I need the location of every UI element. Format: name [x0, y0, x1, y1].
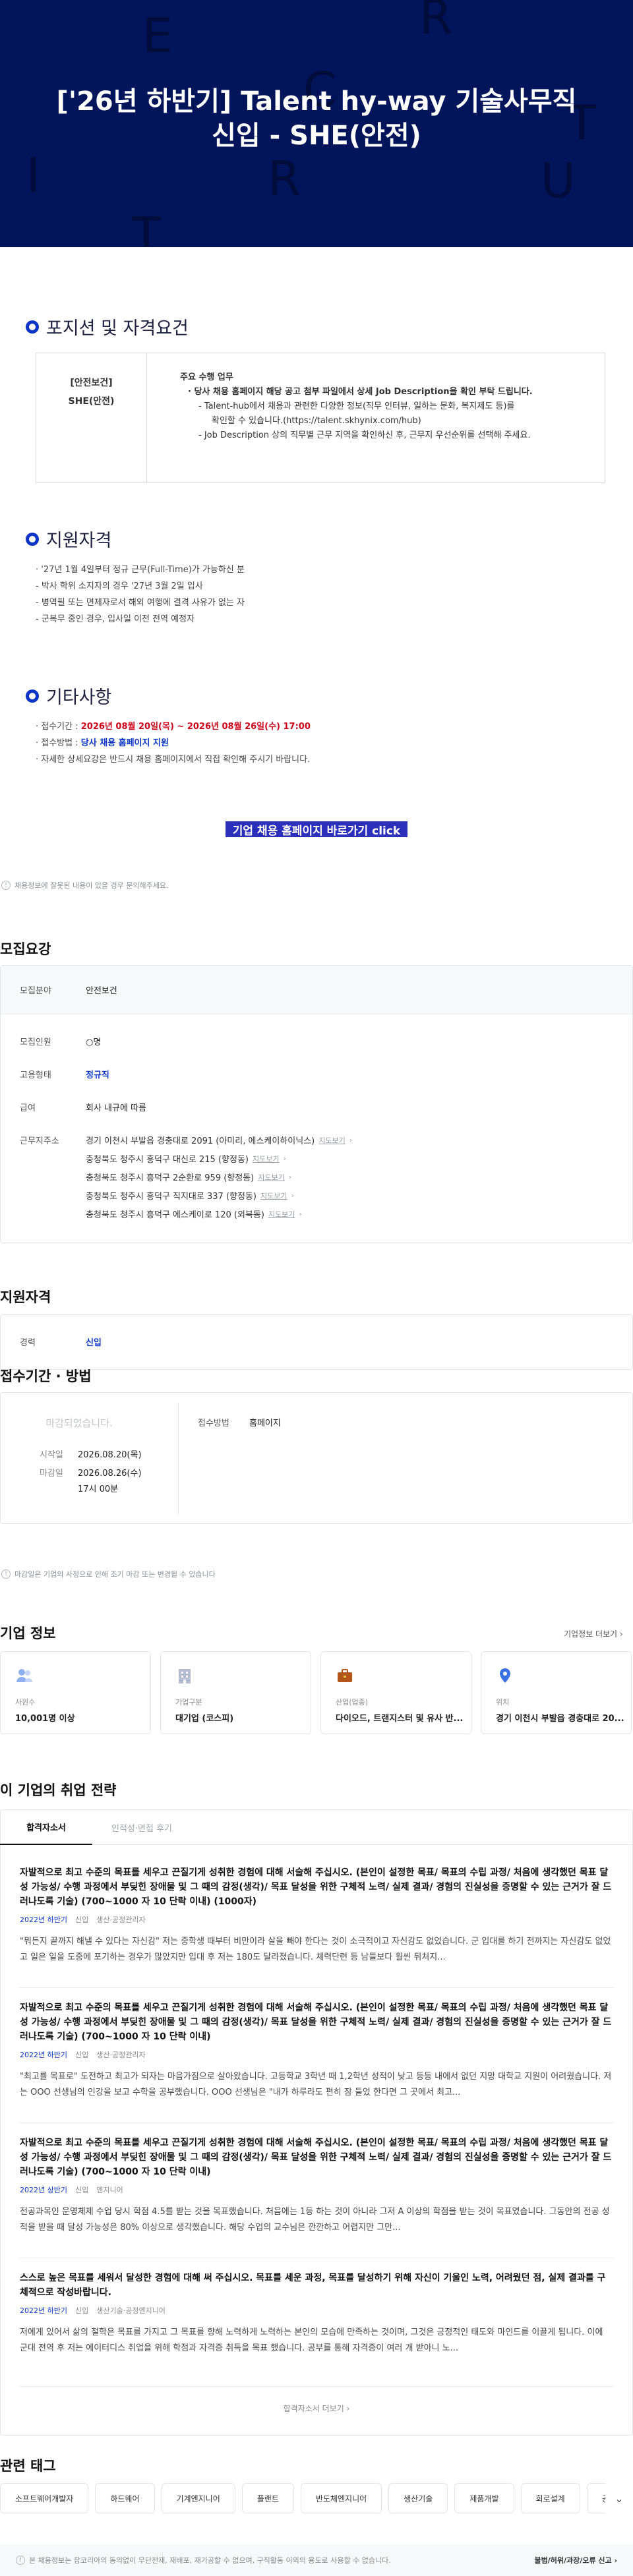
hero-bg-letter: I: [26, 148, 41, 203]
chevron-right-icon: ›: [349, 1136, 353, 1144]
tag-item[interactable]: 반도체엔지니어: [300, 2483, 382, 2513]
qualification-heading: 지원자격: [26, 526, 111, 552]
tag-list: 소프트웨어개발자 하드웨어 기계엔지니어 플랜트 반도체엔지니어 생산기술 제품…: [0, 2483, 633, 2513]
apply-method-row: 접수방법 홈페이지: [198, 1419, 281, 1428]
tag-item[interactable]: 소프트웨어개발자: [0, 2483, 89, 2513]
list-item: - 박사 학위 소지자의 경우 '27년 3월 2일 입사: [36, 581, 203, 591]
chevron-right-icon: ›: [288, 1173, 292, 1181]
company-card: 사원수 10,001명 이상: [0, 1651, 151, 1734]
report-link[interactable]: 불법/허위/과장/오류 신고 ›: [535, 2555, 617, 2565]
divider: [20, 2386, 613, 2387]
list-item: · '27년 1월 4일부터 정규 근무(Full-Time)가 가능하신 분: [36, 565, 245, 575]
hero-bg-letter: R: [268, 151, 301, 206]
field-row: 모집분야 안전보건: [20, 986, 117, 996]
period-heading: 접수기간 · 방법: [0, 1368, 92, 1384]
hero-bg-letter: E: [142, 8, 173, 63]
essay-item[interactable]: 자발적으로 최고 수준의 목표를 세우고 끈질기게 성취한 경험에 대해 서술해…: [20, 2001, 613, 2101]
tags-heading: 관련 태그: [0, 2458, 56, 2474]
company-card: 기업구분 대기업 (코스피): [160, 1651, 311, 1734]
tag-item[interactable]: 제품개발: [454, 2483, 514, 2513]
report-notice[interactable]: ! 채용정보에 잘못된 내용이 있을 경우 문의해주세요.: [1, 880, 169, 891]
deadline-notice: ! 마감일은 기업의 사정으로 인해 조기 마감 또는 변경될 수 있습니다: [1, 1569, 216, 1579]
start-date-row: 시작일 2026.08.20(목): [40, 1450, 142, 1460]
essays-more-link[interactable]: 합격자소서 더보기 ›: [0, 2403, 633, 2414]
essay-item[interactable]: 스스로 높은 목표를 세워서 달성한 경험에 대해 써 주십시오. 목표를 세운…: [20, 2271, 613, 2356]
divider: [20, 2122, 613, 2123]
tag-item[interactable]: 기계엔지니어: [161, 2483, 235, 2513]
tag-item[interactable]: 플랜트: [241, 2483, 294, 2513]
address-line: 충청북도 청주시 흥덕구 직지대로 337 (향정동) 지도보기 ›: [86, 1190, 294, 1202]
company-card: 위치 경기 이천시 부발읍 경충대로 20...: [481, 1651, 632, 1734]
tag-item[interactable]: 생산기술: [388, 2483, 448, 2513]
position-table: [안전보건] SHE(안전) 주요 수행 업무 · 당사 채용 홈페이지 해당 …: [36, 353, 605, 483]
essay-item[interactable]: 자발적으로 최고 수준의 목표를 세우고 끈질기게 성취한 경험에 대해 서술해…: [20, 1865, 613, 1966]
address-line: 충청북도 청주시 흥덕구 에스케이로 120 (외북동) 지도보기 ›: [86, 1209, 302, 1220]
chevron-right-icon: ›: [283, 1154, 286, 1163]
hero-bg-letter: U: [541, 153, 576, 208]
address-row: 근무지주소: [20, 1136, 59, 1146]
company-homepage-button[interactable]: 기업 채용 홈페이지 바로가기 click: [226, 821, 407, 838]
list-item: - 병역필 또는 면제자로서 해외 여행에 결격 사유가 없는 자: [36, 598, 245, 608]
other-heading: 기타사항: [26, 683, 111, 709]
salary-row: 급여 회사 내규에 따름: [20, 1103, 146, 1113]
tag-item[interactable]: 회로설계: [520, 2483, 580, 2513]
bullet-circle-icon: [26, 689, 38, 702]
briefcase-icon: [338, 1669, 352, 1682]
info-icon: !: [1, 1569, 11, 1579]
headcount-row: 모집인원 ○명: [20, 1038, 102, 1047]
list-item: · 접수기간 : 2026년 08월 20일(목) ~ 2026년 08월 26…: [36, 722, 311, 732]
posting-title: ['26년 하반기] Talent hy-way 기술사무직 신입 - SHE(…: [56, 86, 577, 151]
company-card: 산업(업종) 다이오드, 트랜지스터 및 유사 반...: [320, 1651, 471, 1734]
company-more-link[interactable]: 기업정보 더보기 ›: [564, 1628, 623, 1639]
bullet-circle-icon: [26, 533, 38, 545]
essay-item[interactable]: 자발적으로 최고 수준의 목표를 세우고 끈질기게 성취한 경험에 대해 서술해…: [20, 2136, 613, 2236]
chevron-down-icon[interactable]: ⌄: [605, 2483, 633, 2513]
list-item: · 자세한 상세요강은 반드시 채용 홈페이지에서 직접 확인해 주시기 바랍니…: [36, 755, 311, 765]
list-item: - 군복무 중인 경우, 입사일 이전 전역 예정자: [36, 614, 195, 624]
map-link[interactable]: 지도보기: [318, 1135, 345, 1146]
qualification-list: · '27년 1월 4일부터 정규 근무(Full-Time)가 가능하신 분 …: [36, 562, 245, 628]
summary-heading: 모집요강: [0, 941, 51, 957]
position-heading: 포지션 및 자격요건: [26, 314, 189, 339]
chevron-right-icon: ›: [299, 1210, 302, 1218]
map-link[interactable]: 지도보기: [258, 1172, 284, 1183]
building-icon: [179, 1669, 191, 1683]
bullet-circle-icon: [26, 320, 38, 333]
divider: [20, 1987, 613, 1988]
address-line: 충청북도 청주시 흥덕구 대신로 215 (향정동) 지도보기 ›: [86, 1154, 286, 1165]
map-link[interactable]: 지도보기: [268, 1209, 295, 1219]
hero-bg-letter: T: [132, 207, 161, 247]
info-icon: !: [16, 2556, 25, 2565]
info-icon: !: [1, 881, 11, 890]
other-list: · 접수기간 : 2026년 08월 20일(목) ~ 2026년 08월 26…: [36, 718, 311, 768]
list-item: · 접수방법 : 당사 채용 홈페이지 지원: [36, 738, 169, 748]
strategy-heading: 이 기업의 취업 전략: [0, 1782, 117, 1798]
map-link[interactable]: 지도보기: [260, 1190, 287, 1201]
address-line: 경기 이천시 부발읍 경충대로 2091 (아미리, 에스케이하이닉스) 지도보기…: [86, 1135, 353, 1146]
hero-bg-letter: R: [419, 0, 453, 45]
tab-interview-reviews[interactable]: 인적성·면접 후기: [92, 1809, 191, 1845]
people-icon: [16, 1669, 32, 1682]
eligibility-heading: 지원자격: [0, 1289, 51, 1305]
chevron-right-icon: ›: [291, 1191, 294, 1200]
team-cell: [안전보건] SHE(안전): [36, 353, 147, 483]
company-heading: 기업 정보: [0, 1625, 56, 1641]
duty-cell: 주요 수행 업무 · 당사 채용 홈페이지 해당 공고 첨부 파일에서 상세 J…: [180, 372, 533, 440]
hero-banner: E R C T I R U T ['26년 하반기] Talent hy-way…: [0, 0, 633, 247]
address-line: 충청북도 청주시 흥덕구 2순환로 959 (향정동) 지도보기 ›: [86, 1172, 292, 1183]
closed-status: 마감되었습니다.: [45, 1417, 113, 1429]
tab-cover-letters[interactable]: 합격자소서: [0, 1809, 92, 1845]
divider: [178, 1403, 179, 1515]
employment-type-row: 고용형태 정규직: [20, 1070, 109, 1080]
job-posting-page: E R C T I R U T ['26년 하반기] Talent hy-way…: [0, 0, 633, 2576]
strategy-tabs: 합격자소서 인적성·면접 후기: [0, 1809, 633, 1845]
pin-icon: [500, 1668, 510, 1683]
map-link[interactable]: 지도보기: [253, 1154, 279, 1164]
end-date-row: 마감일 2026.08.26(수) 17시 00분: [40, 1469, 142, 1494]
footer: ! 본 채용정보는 잡코리아의 동의없이 무단전재, 재배포, 재가공할 수 없…: [0, 2544, 633, 2576]
tag-item[interactable]: 하드웨어: [95, 2483, 155, 2513]
career-row: 경력 신입: [20, 1338, 102, 1348]
